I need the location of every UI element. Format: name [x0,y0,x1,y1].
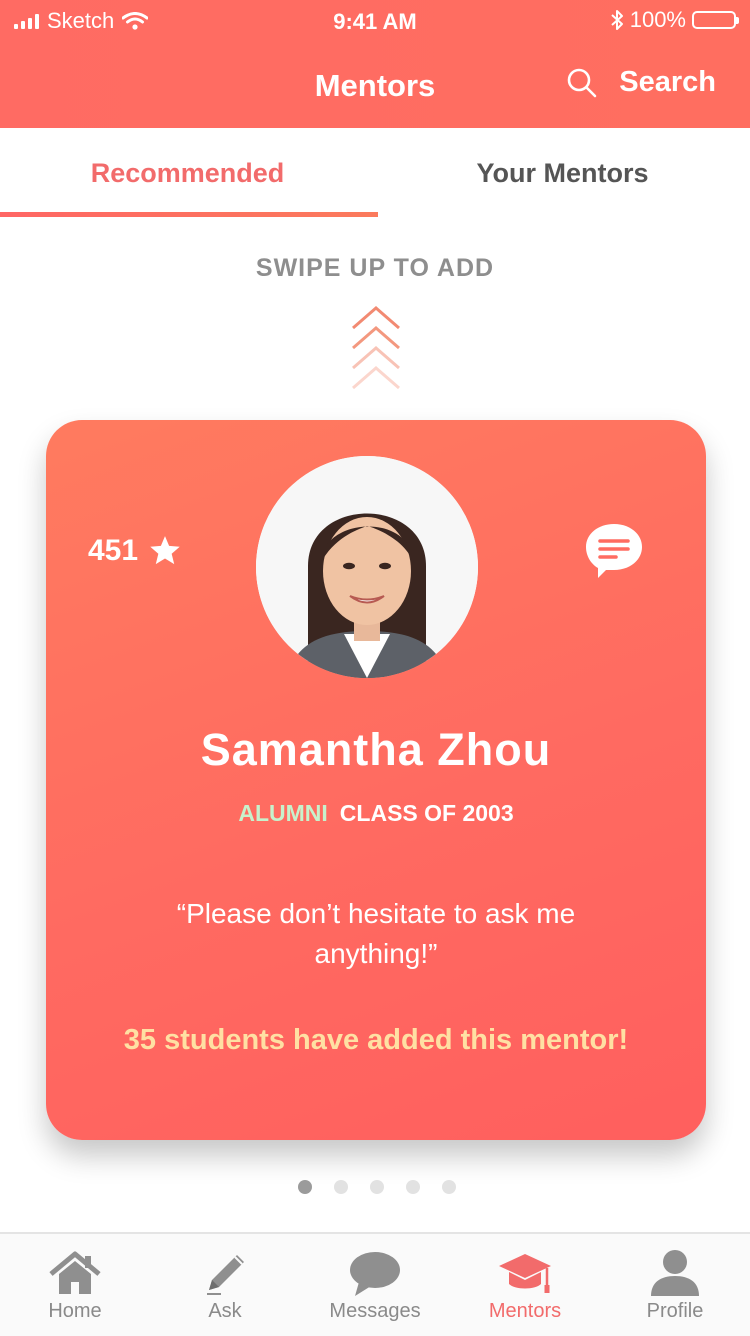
search-label: Search [619,66,716,98]
search-icon [567,68,597,97]
page-dot[interactable] [370,1180,384,1194]
tab-recommended[interactable]: Recommended [0,158,375,189]
swipe-hint: SWIPE UP TO ADD [255,254,495,282]
page-dot[interactable] [298,1180,312,1194]
mentor-quote: “Please don’t hesitate to ask me anythin… [176,898,576,969]
tab-label: Home [48,1300,102,1322]
person-icon [651,1250,699,1296]
pencil-icon [207,1255,244,1295]
page-dot[interactable] [334,1180,348,1194]
chevrons-up-icon [352,306,400,390]
star-icon [150,536,180,565]
mentor-rating: 451 [88,534,182,568]
message-mentor-button[interactable] [582,520,646,584]
tab-label: Mentors [488,1300,562,1322]
mentor-avatar [256,456,478,678]
tab-home[interactable]: Home [0,1234,150,1336]
page-dot[interactable] [442,1180,456,1194]
mentor-card[interactable]: 451 Samantha Zhou ALUMNI CLASS OF 2003 “P… [46,420,706,1140]
rating-count: 451 [88,534,139,567]
active-tab-indicator [0,212,378,217]
tab-your-mentors[interactable]: Your Mentors [375,158,750,189]
tab-label: Messages [329,1300,421,1322]
home-icon [49,1251,101,1294]
tab-label: Profile [646,1300,704,1322]
search-button[interactable]: Search [567,66,716,99]
tab-ask[interactable]: Ask [150,1234,300,1336]
status-bar: Sketch 9:41 AM 100% [0,0,750,40]
graduation-cap-icon [499,1254,551,1293]
mentor-meta: ALUMNI CLASS OF 2003 [46,800,706,827]
page-dot[interactable] [406,1180,420,1194]
battery-icon [692,11,739,29]
alumni-badge: ALUMNI [238,800,328,826]
added-count: 35 students have added this mentor! [123,1024,629,1056]
tab-label: Ask [208,1300,242,1322]
mentor-name: Samantha Zhou [200,724,552,775]
tab-messages[interactable]: Messages [300,1234,450,1336]
battery-percent: 100% [629,7,686,32]
tab-profile[interactable]: Profile [600,1234,750,1336]
page-indicator [298,1180,456,1194]
segment-tabs: Recommended Your Mentors [0,128,750,220]
app-header: Sketch 9:41 AM 100% Mentors Search [0,0,750,128]
class-year: CLASS OF 2003 [339,800,514,826]
bottom-tab-bar: Home Ask Messages Mentors Profile [0,1232,750,1336]
bluetooth-icon [611,10,623,30]
speech-bubble-icon [350,1252,400,1296]
tab-mentors[interactable]: Mentors [450,1234,600,1336]
